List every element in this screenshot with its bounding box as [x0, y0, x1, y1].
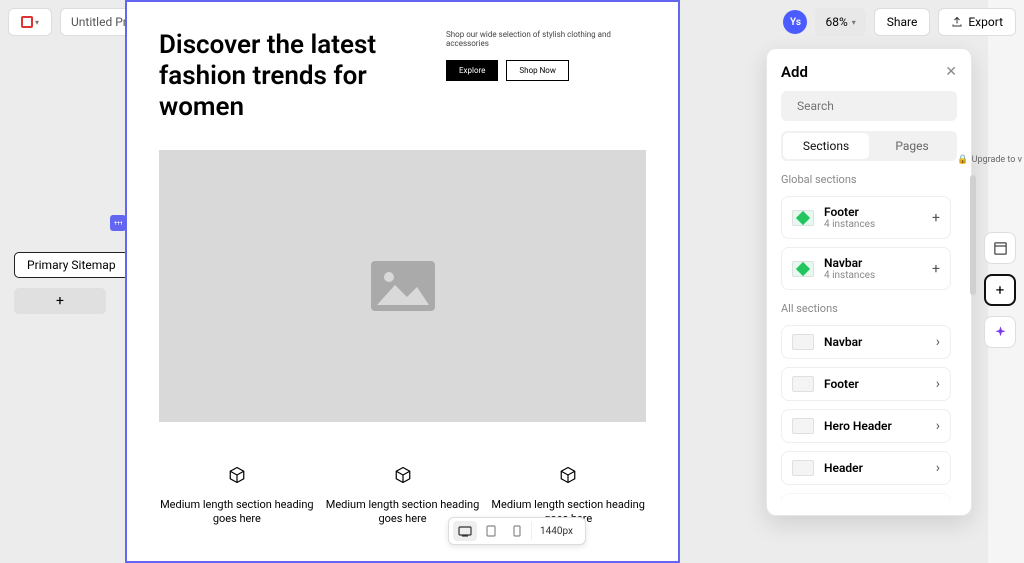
image-placeholder[interactable] [159, 150, 646, 422]
hero-subtitle: Shop our wide selection of stylish cloth… [446, 30, 646, 48]
chevron-down-icon: ▾ [852, 18, 856, 27]
layout-icon [993, 241, 1008, 256]
panel-scrollbar[interactable] [970, 175, 976, 295]
add-page-button[interactable]: + [14, 288, 106, 314]
component-icon [792, 261, 814, 277]
chevron-right-icon: › [936, 376, 940, 392]
primary-sitemap-node[interactable]: Primary Sitemap [14, 252, 129, 278]
zoom-control[interactable]: 68% ▾ [815, 8, 865, 36]
section-thumb-icon [792, 376, 814, 392]
upgrade-prompt[interactable]: 🔒 Upgrade to v [957, 155, 1022, 165]
component-icon [792, 210, 814, 226]
add-icon[interactable]: + [932, 261, 940, 277]
add-panel: Add ✕ Sections Pages Global sections Foo… [766, 48, 972, 516]
cube-icon [394, 466, 412, 484]
chevron-right-icon: › [936, 334, 940, 350]
label-global-sections: Global sections [781, 173, 957, 186]
section-thumb-icon [792, 418, 814, 434]
explore-button[interactable]: Explore [446, 60, 498, 81]
section-footer[interactable]: Footer › [781, 367, 951, 401]
panel-tabs: Sections Pages [781, 131, 957, 161]
panel-title: Add [781, 63, 808, 81]
global-section-footer[interactable]: Footer4 instances + [781, 196, 951, 239]
app-menu-button[interactable]: ▾ [8, 8, 52, 36]
chevron-down-icon: ▾ [35, 18, 39, 27]
export-icon [951, 16, 963, 28]
device-mobile-button[interactable] [505, 521, 529, 541]
close-icon[interactable]: ✕ [945, 64, 957, 80]
cube-icon [228, 466, 246, 484]
device-desktop-button[interactable] [453, 521, 477, 541]
rail-layout-button[interactable] [984, 232, 1016, 264]
section-navbar[interactable]: Navbar › [781, 325, 951, 359]
wireframe-canvas[interactable]: Discover the latest fashion trends for w… [125, 0, 680, 563]
drag-handle[interactable] [110, 215, 126, 231]
lock-icon: 🔒 [957, 155, 968, 165]
canvas-width-label[interactable]: 1440px [531, 522, 581, 540]
section-header[interactable]: Header › [781, 451, 951, 485]
section-hero-header[interactable]: Hero Header › [781, 409, 951, 443]
tab-pages[interactable]: Pages [869, 133, 955, 159]
image-icon [371, 261, 435, 311]
zoom-value: 68% [825, 15, 847, 29]
search-input[interactable] [797, 99, 953, 113]
section-feature[interactable]: Feature › [781, 493, 951, 501]
chevron-right-icon: › [936, 460, 940, 476]
logo-icon [21, 16, 33, 28]
device-tablet-button[interactable] [479, 521, 503, 541]
feature-1: Medium length section heading goes here [159, 466, 315, 527]
share-button[interactable]: Share [874, 8, 931, 36]
global-section-navbar[interactable]: Navbar4 instances + [781, 247, 951, 290]
sparkle-icon [993, 325, 1008, 340]
search-input-wrap[interactable] [781, 91, 957, 121]
export-button[interactable]: Export [938, 8, 1016, 36]
device-toolbar: 1440px [448, 517, 586, 545]
shop-now-button[interactable]: Shop Now [506, 60, 568, 81]
hero-title: Discover the latest fashion trends for w… [159, 30, 418, 124]
add-icon[interactable]: + [932, 210, 940, 226]
rail-ai-button[interactable] [984, 316, 1016, 348]
cube-icon [559, 466, 577, 484]
chevron-right-icon: › [936, 418, 940, 434]
section-thumb-icon [792, 334, 814, 350]
section-thumb-icon [792, 460, 814, 476]
tab-sections[interactable]: Sections [783, 133, 869, 159]
label-all-sections: All sections [781, 302, 957, 315]
rail-add-button[interactable]: + [984, 274, 1016, 306]
user-avatar[interactable]: Ys [783, 10, 807, 34]
